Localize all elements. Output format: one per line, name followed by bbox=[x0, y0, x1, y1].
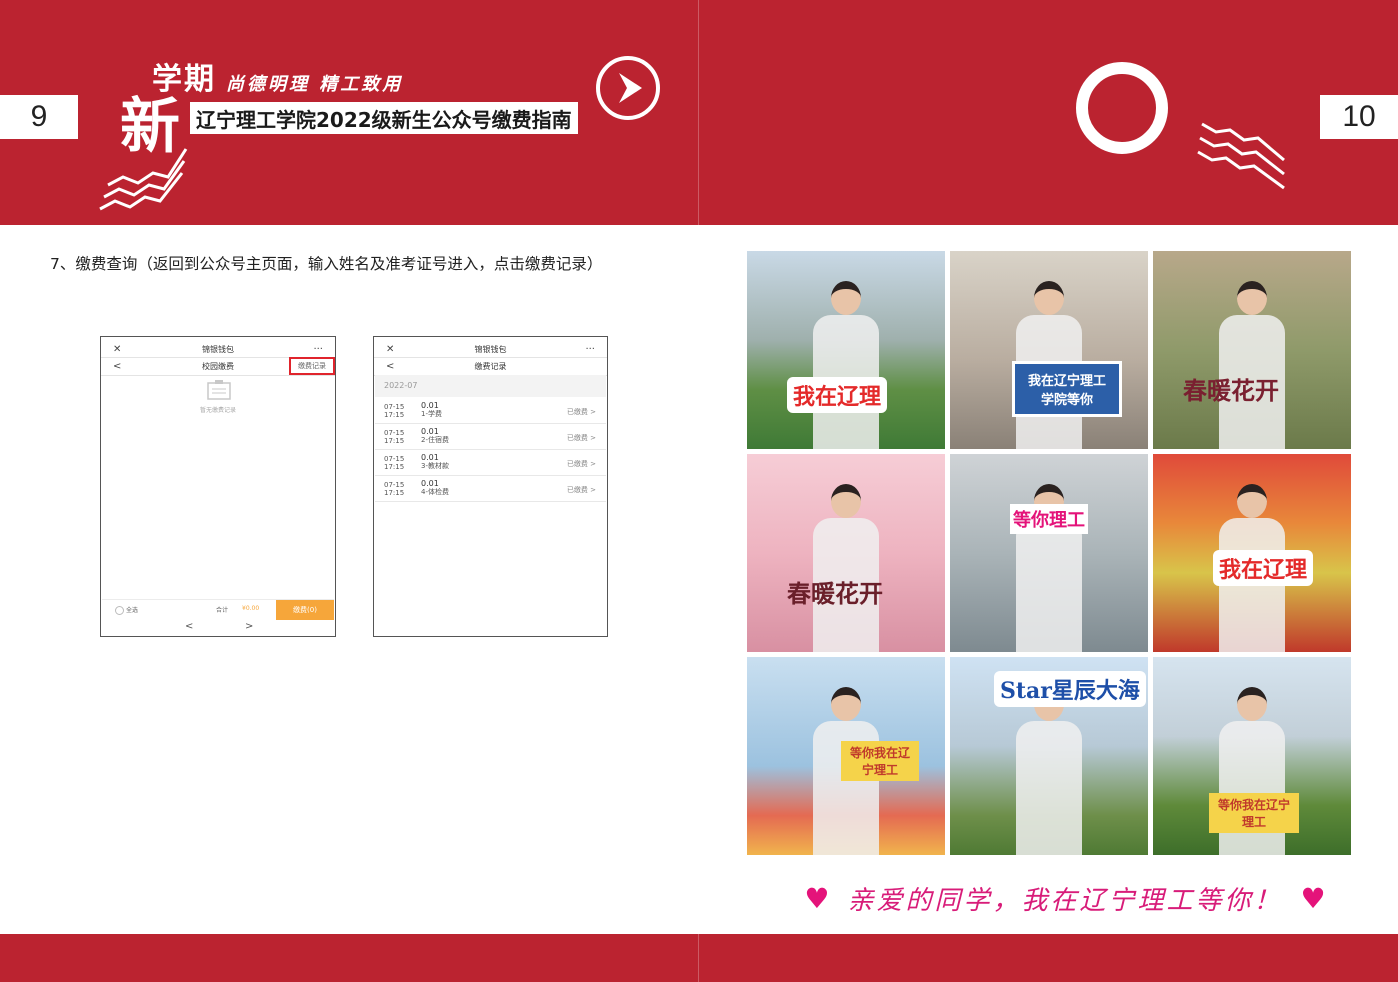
photo-sign-text: Star星辰大海 bbox=[994, 671, 1146, 707]
total-label: 合计 bbox=[216, 607, 229, 614]
page-spine bbox=[698, 0, 699, 982]
ring-decoration bbox=[1076, 62, 1168, 154]
record-item: 4-体检费 bbox=[421, 488, 449, 496]
record-detail: 0.01 2-住宿费 bbox=[421, 427, 449, 445]
record-status: 已缴费 > bbox=[566, 486, 596, 494]
record-amount: 0.01 bbox=[421, 401, 439, 410]
xueqi-characters: 学期 bbox=[152, 62, 216, 97]
app-title-bar: ✕ 锦银钱包 ··· bbox=[374, 341, 607, 358]
campus-photo: 等你我在辽宁理工 bbox=[747, 657, 945, 855]
photo-sign-text: 等你理工 bbox=[1010, 504, 1088, 534]
record-datetime: 07-15 17:15 bbox=[384, 481, 404, 497]
total-value: ¥0.00 bbox=[242, 605, 260, 612]
close-icon[interactable]: ✕ bbox=[386, 344, 394, 355]
record-detail: 0.01 1-学费 bbox=[421, 401, 442, 419]
record-date: 07-15 bbox=[384, 403, 405, 411]
more-icon[interactable]: ··· bbox=[585, 344, 595, 355]
record-time: 17:15 bbox=[384, 489, 405, 497]
photo-sign-text: 等你我在辽宁理工 bbox=[1209, 793, 1299, 833]
app-title: 锦银钱包 bbox=[474, 344, 507, 354]
next-arrow-icon[interactable]: > bbox=[245, 621, 253, 632]
phone-screenshot-records: ✕ 锦银钱包 ··· < 缴费记录 2022-07 07-15 17:15 0.01… bbox=[373, 336, 608, 637]
record-detail: 0.01 3-教材款 bbox=[421, 453, 449, 471]
campus-photo: Star星辰大海 bbox=[950, 657, 1148, 855]
record-item: 3-教材款 bbox=[421, 462, 449, 470]
photo-sign-text: 春暖花开 bbox=[1183, 376, 1279, 405]
record-row[interactable]: 07-15 17:15 0.01 1-学费 已缴费 > bbox=[375, 399, 606, 424]
select-all-label: 全选 bbox=[126, 607, 139, 614]
campus-photo: 我在辽宁理工学院等你 bbox=[950, 251, 1148, 449]
campus-photo: 我在辽理 bbox=[1153, 454, 1351, 652]
record-amount: 0.01 bbox=[421, 453, 439, 462]
empty-record-icon bbox=[207, 380, 231, 400]
motto: 尚德明理 精工致用 bbox=[226, 74, 404, 95]
person-silhouette bbox=[1217, 281, 1287, 449]
campus-photo: 我在辽理 bbox=[747, 251, 945, 449]
guide-title: 辽宁理工学院2022级新生公众号缴费指南 bbox=[190, 102, 578, 134]
nav-bar: < 缴费记录 bbox=[374, 357, 607, 376]
prev-arrow-icon[interactable]: < bbox=[185, 621, 193, 632]
back-icon[interactable]: < bbox=[113, 361, 121, 372]
close-icon[interactable]: ✕ bbox=[113, 344, 121, 355]
heart-icon: ♥ bbox=[1300, 881, 1326, 915]
record-amount: 0.01 bbox=[421, 427, 439, 436]
record-amount: 0.01 bbox=[421, 479, 439, 488]
record-status: 已缴费 > bbox=[566, 434, 596, 442]
person-silhouette bbox=[811, 281, 881, 449]
record-row[interactable]: 07-15 17:15 0.01 2-住宿费 已缴费 > bbox=[375, 425, 606, 450]
app-title-bar: ✕ 锦银钱包 ··· bbox=[101, 341, 335, 358]
record-row[interactable]: 07-15 17:15 0.01 4-体检费 已缴费 > bbox=[375, 477, 606, 502]
month-header: 2022-07 bbox=[375, 375, 606, 397]
footer-band bbox=[0, 934, 1398, 982]
nav-title: 校园缴费 bbox=[202, 361, 234, 371]
record-datetime: 07-15 17:15 bbox=[384, 455, 404, 471]
page-number-left: 9 bbox=[0, 95, 78, 139]
person-silhouette bbox=[1014, 687, 1084, 855]
record-datetime: 07-15 17:15 bbox=[384, 429, 404, 445]
record-status: 已缴费 > bbox=[566, 460, 596, 468]
record-row[interactable]: 07-15 17:15 0.01 3-教材款 已缴费 > bbox=[375, 451, 606, 476]
page-number-right: 10 bbox=[1320, 95, 1398, 139]
photo-sign-text: 等你我在辽宁理工 bbox=[841, 741, 919, 781]
record-item: 1-学费 bbox=[421, 410, 442, 418]
pay-button[interactable]: 缴费(0) bbox=[276, 600, 334, 620]
nav-title: 缴费记录 bbox=[474, 361, 507, 371]
record-time: 17:15 bbox=[384, 437, 405, 445]
campus-photo: 春暖花开 bbox=[747, 454, 945, 652]
wavy-lines-decoration-right bbox=[1197, 122, 1285, 190]
more-icon[interactable]: ··· bbox=[313, 344, 323, 355]
slogan: ♥ 亲爱的同学，我在辽宁理工等你！ ♥ bbox=[760, 876, 1370, 920]
wavy-lines-decoration bbox=[99, 148, 188, 211]
photo-sign-text: 我在辽宁理工学院等你 bbox=[1012, 361, 1122, 417]
record-detail: 0.01 4-体检费 bbox=[421, 479, 449, 497]
step-instruction: 7、缴费查询（返回到公众号主页面，输入姓名及准考证号进入，点击缴费记录） bbox=[50, 255, 603, 273]
record-date: 07-15 bbox=[384, 455, 405, 463]
heart-icon: ♥ bbox=[804, 881, 830, 915]
phone-screenshot-payment: ✕ 锦银钱包 ··· < 校园缴费 缴费记录 暂无缴费记录 全选 合计 ¥0.0… bbox=[100, 336, 336, 637]
slogan-text: 亲爱的同学，我在辽宁理工等你！ bbox=[847, 885, 1283, 916]
campus-photo: 等你理工 bbox=[950, 454, 1148, 652]
photo-sign-text: 春暖花开 bbox=[787, 579, 883, 608]
play-button[interactable] bbox=[596, 56, 660, 120]
photo-sign-text: 我在辽理 bbox=[1213, 550, 1314, 586]
record-status: 已缴费 > bbox=[566, 408, 596, 416]
record-item: 2-住宿费 bbox=[421, 436, 449, 444]
select-all-checkbox[interactable] bbox=[115, 606, 124, 615]
campus-photo: 春暖花开 bbox=[1153, 251, 1351, 449]
person-silhouette bbox=[811, 484, 881, 652]
pay-footer: 全选 合计 ¥0.00 缴费(0) bbox=[102, 599, 334, 620]
record-date: 07-15 bbox=[384, 481, 405, 489]
records-link[interactable]: 缴费记录 bbox=[289, 357, 335, 375]
app-title: 锦银钱包 bbox=[202, 344, 234, 354]
record-time: 17:15 bbox=[384, 411, 405, 419]
empty-text: 暂无缴费记录 bbox=[199, 407, 236, 414]
play-icon bbox=[619, 73, 642, 103]
back-icon[interactable]: < bbox=[386, 361, 394, 372]
campus-photo: 等你我在辽宁理工 bbox=[1153, 657, 1351, 855]
record-datetime: 07-15 17:15 bbox=[384, 403, 404, 419]
photo-sign-text: 我在辽理 bbox=[787, 377, 888, 413]
record-time: 17:15 bbox=[384, 463, 405, 471]
record-date: 07-15 bbox=[384, 429, 405, 437]
